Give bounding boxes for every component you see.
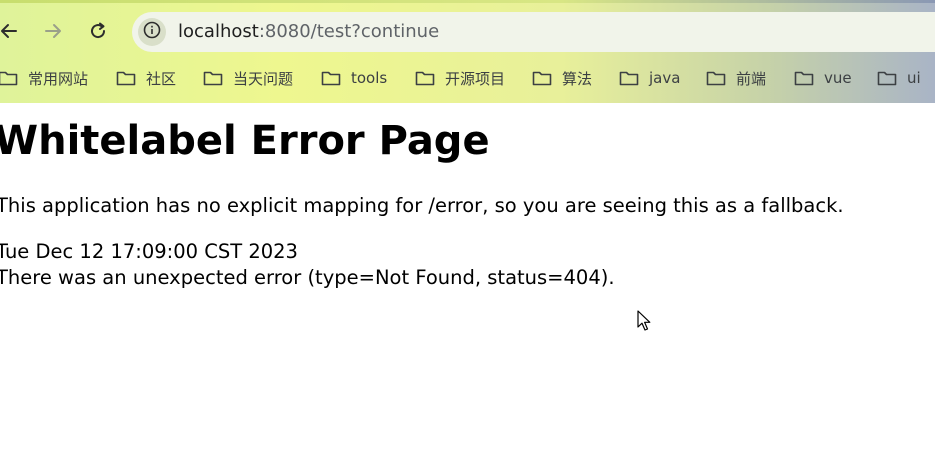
bookmark-label: vue [824, 69, 852, 87]
reload-icon [88, 21, 108, 41]
page-title: Whitelabel Error Page [0, 118, 490, 164]
folder-icon [877, 70, 897, 86]
bookmark-label: 前端 [736, 69, 767, 88]
folder-icon [321, 70, 341, 86]
bookmark-folder-社区[interactable]: 社区 [116, 64, 176, 92]
bookmark-folder-ui[interactable]: ui [877, 64, 921, 92]
bookmark-label: 开源项目 [445, 69, 506, 88]
folder-icon [415, 70, 435, 86]
folder-icon [532, 70, 552, 86]
window-top-edge [0, 0, 935, 3]
folder-icon [619, 70, 639, 86]
bookmark-folder-当天问题[interactable]: 当天问题 [203, 64, 293, 92]
bookmark-label: java [649, 69, 681, 87]
reload-button[interactable] [83, 16, 113, 46]
error-detail: There was an unexpected error (type=Not … [0, 266, 615, 289]
browser-toolbar: localhost:8080/test?continue 常用网站 社区 当天问… [0, 0, 935, 103]
url-text[interactable]: localhost:8080/test?continue [178, 21, 439, 43]
folder-icon [0, 70, 18, 86]
bookmark-folder-开源项目[interactable]: 开源项目 [415, 64, 505, 92]
page-content: Whitelabel Error Page This application h… [0, 103, 935, 455]
folder-icon [203, 70, 223, 86]
folder-icon [116, 70, 136, 86]
address-bar[interactable]: localhost:8080/test?continue [132, 12, 935, 52]
back-button[interactable] [0, 16, 24, 46]
bookmark-folder-算法[interactable]: 算法 [532, 64, 592, 92]
bookmark-folder-java[interactable]: java [619, 64, 680, 92]
bookmark-folder-tools[interactable]: tools [321, 64, 387, 92]
bookmark-label: 社区 [146, 69, 177, 88]
bookmark-folder-vue[interactable]: vue [794, 64, 852, 92]
bookmark-folder-前端[interactable]: 前端 [706, 64, 766, 92]
url-host: localhost [178, 21, 259, 42]
error-description: This application has no explicit mapping… [0, 194, 844, 217]
mouse-pointer-icon [637, 310, 651, 332]
info-circle-icon [143, 21, 161, 43]
bookmark-label: 当天问题 [233, 69, 294, 88]
forward-button[interactable] [38, 16, 68, 46]
bookmark-label: ui [907, 69, 921, 87]
url-path: :8080/test?continue [258, 21, 440, 42]
bookmark-folder-常用网站[interactable]: 常用网站 [0, 64, 88, 92]
site-info-button[interactable] [138, 18, 166, 46]
bookmark-label: 常用网站 [28, 69, 89, 88]
folder-icon [794, 70, 814, 86]
arrow-left-icon [0, 21, 19, 41]
bookmarks-bar: 常用网站 社区 当天问题 tools 开源项目 算法 java 前端 vue u… [0, 64, 935, 92]
bookmark-label: tools [351, 69, 388, 87]
error-timestamp: Tue Dec 12 17:09:00 CST 2023 [0, 240, 298, 263]
bookmark-label: 算法 [562, 69, 593, 88]
folder-icon [706, 70, 726, 86]
arrow-right-icon [43, 21, 63, 41]
